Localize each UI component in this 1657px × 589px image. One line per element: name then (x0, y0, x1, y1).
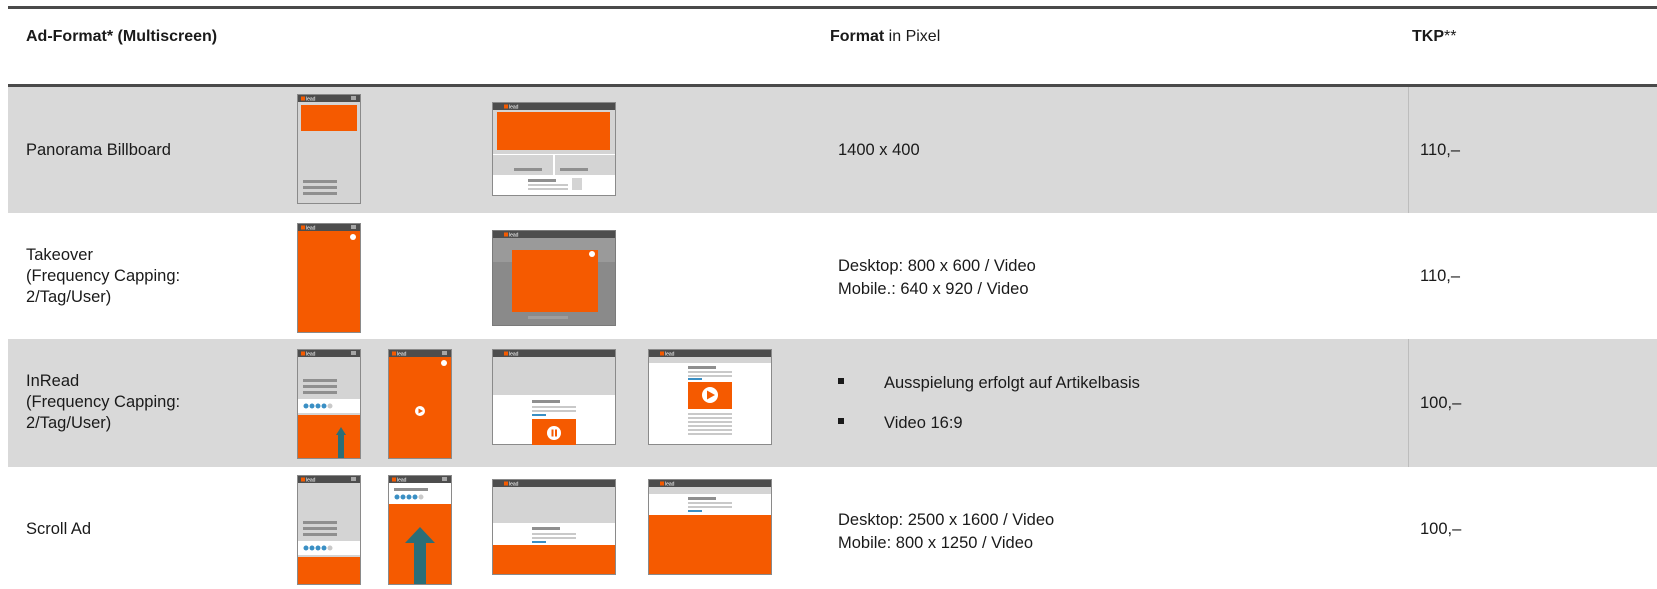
logo-text: lead (306, 478, 316, 484)
mobile-billboard-mockup-icon: lead (297, 94, 361, 204)
bullet-icon (838, 417, 844, 424)
desktop-scroll-ad-mockup-icon: lead (648, 479, 772, 575)
header-tkp: TKP** (1412, 28, 1457, 45)
mobile-inread-video-mockup-icon: lead (388, 349, 452, 459)
logo-text: lead (306, 97, 316, 103)
logo-text: lead (306, 226, 316, 232)
table-row-takeover: Takeover (Frequency Capping: 2/Tag/User)… (8, 213, 1657, 339)
logo-text: lead (665, 482, 675, 488)
desktop-scroll-article-mockup-icon: lead (492, 479, 616, 575)
table-row-inread: InRead (Frequency Capping: 2/Tag/User) A… (8, 339, 1657, 467)
logo-text: lead (509, 352, 519, 358)
row-format: Desktop: 800 x 600 / Video Mobile.: 640 … (838, 257, 1036, 298)
logo-text: lead (306, 352, 316, 358)
column-divider (1408, 339, 1409, 467)
logo-text: lead (397, 352, 407, 358)
row-label: Scroll Ad (26, 520, 92, 538)
row-format: 1400 x 400 (838, 141, 920, 159)
logo-text: lead (665, 352, 675, 358)
row-label: InRead (Frequency Capping: 2/Tag/User) (26, 372, 181, 432)
logo-text: lead (397, 478, 407, 484)
desktop-billboard-mockup-icon: lead (492, 102, 616, 196)
row-label: Takeover (Frequency Capping: 2/Tag/User) (26, 246, 181, 306)
row-format: Desktop: 2500 x 1600 / Video Mobile: 800… (838, 511, 1055, 552)
mobile-takeover-mockup-icon: lead (297, 223, 361, 333)
logo-text: lead (509, 105, 519, 111)
header-format: Format in Pixel (830, 28, 941, 45)
column-divider (1408, 87, 1409, 213)
top-rule (8, 6, 1657, 9)
header-adformat: Ad-Format* (Multiscreen) (26, 28, 218, 45)
desktop-inread-mockup-icon: lead (492, 349, 616, 445)
logo-text: lead (509, 233, 519, 239)
row-price: 110,– (1420, 267, 1461, 285)
bullet-icon (838, 377, 844, 384)
logo-text: lead (509, 482, 519, 488)
row-price: 100,– (1420, 394, 1462, 412)
format-bullet: Video 16:9 (838, 414, 963, 433)
mobile-scroll-article-mockup-icon: lead (297, 475, 361, 585)
desktop-inread-video-mockup-icon: lead (648, 349, 772, 445)
format-bullet: Ausspielung erfolgt auf Artikelbasis (838, 374, 1140, 393)
table-row-panorama-billboard: Panorama Billboard 1400 x 400 110,– lead… (8, 87, 1657, 213)
row-label: Panorama Billboard (26, 141, 171, 159)
mobile-scroll-ad-mockup-icon: lead (388, 475, 452, 585)
table-row-scroll-ad: Scroll Ad Desktop: 2500 x 1600 / Video M… (8, 467, 1657, 589)
desktop-takeover-mockup-icon: lead (492, 230, 616, 326)
row-price: 110,– (1420, 141, 1461, 159)
mobile-inread-article-mockup-icon: lead (297, 349, 361, 459)
row-price: 100,– (1420, 520, 1462, 538)
